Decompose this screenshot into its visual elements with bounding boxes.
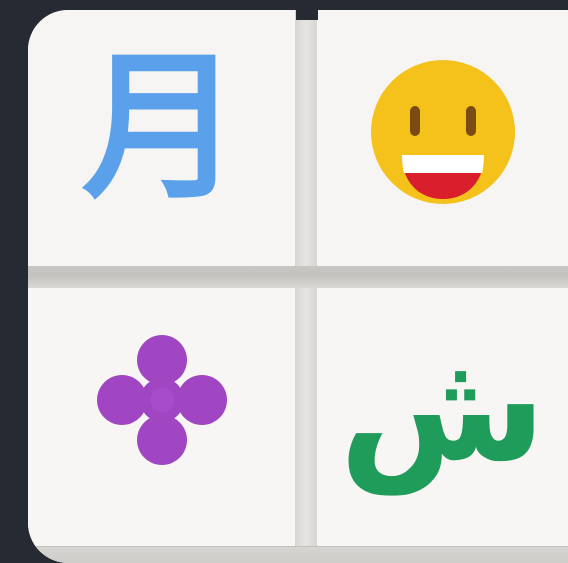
app-icon[interactable]: 月 ش xyxy=(28,10,568,563)
grinning-face-emoji-icon xyxy=(370,60,515,204)
four-petal-flower-icon xyxy=(96,334,227,465)
tile-arabic-shin: ش xyxy=(317,288,568,547)
kanji-moon-glyph: 月 xyxy=(81,34,242,221)
divider-notch xyxy=(296,10,318,20)
arabic-shin-glyph: ش xyxy=(339,320,546,495)
horizontal-divider xyxy=(28,266,568,288)
tile-flower xyxy=(28,288,295,547)
tile-grinning-emoji xyxy=(317,10,568,266)
tile-kanji-moon: 月 xyxy=(28,10,295,266)
